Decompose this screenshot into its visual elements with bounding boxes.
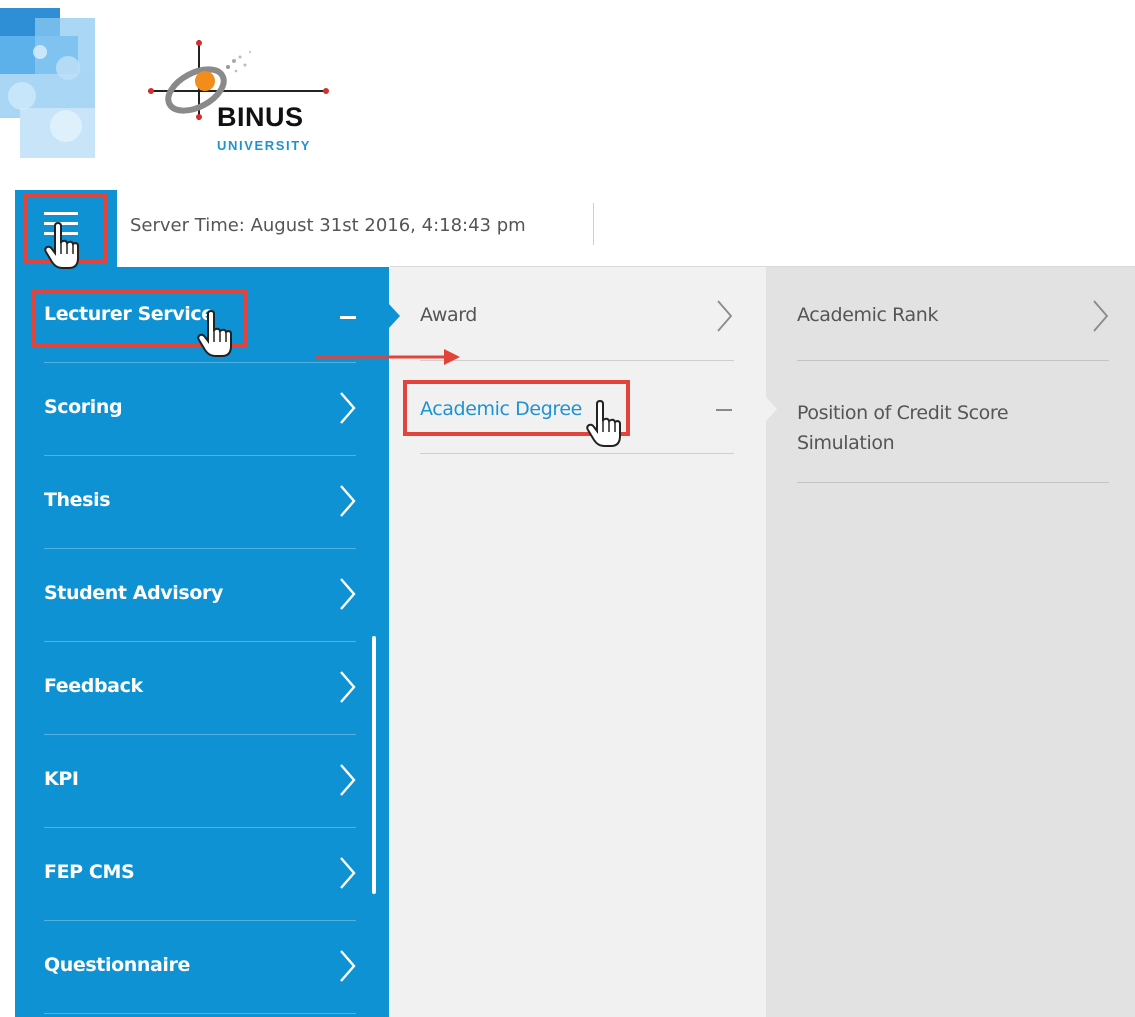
scrollbar[interactable]	[372, 636, 376, 894]
submenu-item-label: Award	[420, 304, 477, 326]
submenu-item-label: Position of Credit Score Simulation	[797, 402, 1009, 454]
chevron-right-icon[interactable]	[339, 670, 356, 704]
hand-pointer-icon	[197, 310, 232, 357]
submenu-item-position-of-credit-score-simulation[interactable]: Position of Credit Score Simulation	[797, 361, 1109, 483]
decorative-tiles-graphic	[0, 8, 95, 158]
chevron-right-icon[interactable]	[339, 856, 356, 890]
active-pointer-icon	[389, 304, 400, 328]
menu-item-scoring[interactable]: Scoring	[44, 363, 356, 456]
menu-item-label: Feedback	[44, 675, 143, 697]
chevron-right-icon[interactable]	[1092, 299, 1109, 333]
chevron-right-icon[interactable]	[339, 949, 356, 983]
menu-item-label: FEP CMS	[44, 861, 135, 883]
menu-item-kpi[interactable]: KPI	[44, 735, 356, 828]
submenu-item-academic-rank[interactable]: Academic Rank	[797, 270, 1109, 361]
brand-subtitle: UNIVERSITY	[217, 138, 312, 153]
menu-item-student-advisory[interactable]: Student Advisory	[44, 549, 356, 642]
chevron-right-icon[interactable]	[339, 763, 356, 797]
menu-item-label: Thesis	[44, 489, 111, 511]
arrow-right-icon	[316, 349, 460, 365]
chevron-right-icon[interactable]	[716, 299, 733, 333]
hand-pointer-icon	[586, 400, 621, 447]
submenu-item-label: Academic Rank	[797, 304, 939, 326]
server-time: Server Time: August 31st 2016, 4:18:43 p…	[130, 215, 526, 236]
menu-item-label: Questionnaire	[44, 954, 190, 976]
menu-item-fep-cms[interactable]: FEP CMS	[44, 828, 356, 921]
menu-item-questionnaire[interactable]: Questionnaire	[44, 921, 356, 1014]
menu-item-feedback[interactable]: Feedback	[44, 642, 356, 735]
chevron-right-icon[interactable]	[339, 484, 356, 518]
chevron-right-icon[interactable]	[339, 577, 356, 611]
minus-icon[interactable]	[716, 409, 732, 411]
brand-name: BINUS	[217, 102, 304, 132]
menu-item-label: KPI	[44, 768, 79, 790]
divider	[593, 203, 594, 245]
submenu-item-award[interactable]: Award	[420, 270, 734, 361]
menu-item-thesis[interactable]: Thesis	[44, 456, 356, 549]
hand-pointer-icon	[44, 222, 79, 269]
active-pointer-icon	[766, 397, 777, 421]
chevron-right-icon[interactable]	[339, 391, 356, 425]
menu-item-label: Student Advisory	[44, 582, 223, 604]
menu-item-label: Scoring	[44, 396, 123, 418]
minus-icon[interactable]	[340, 316, 356, 319]
